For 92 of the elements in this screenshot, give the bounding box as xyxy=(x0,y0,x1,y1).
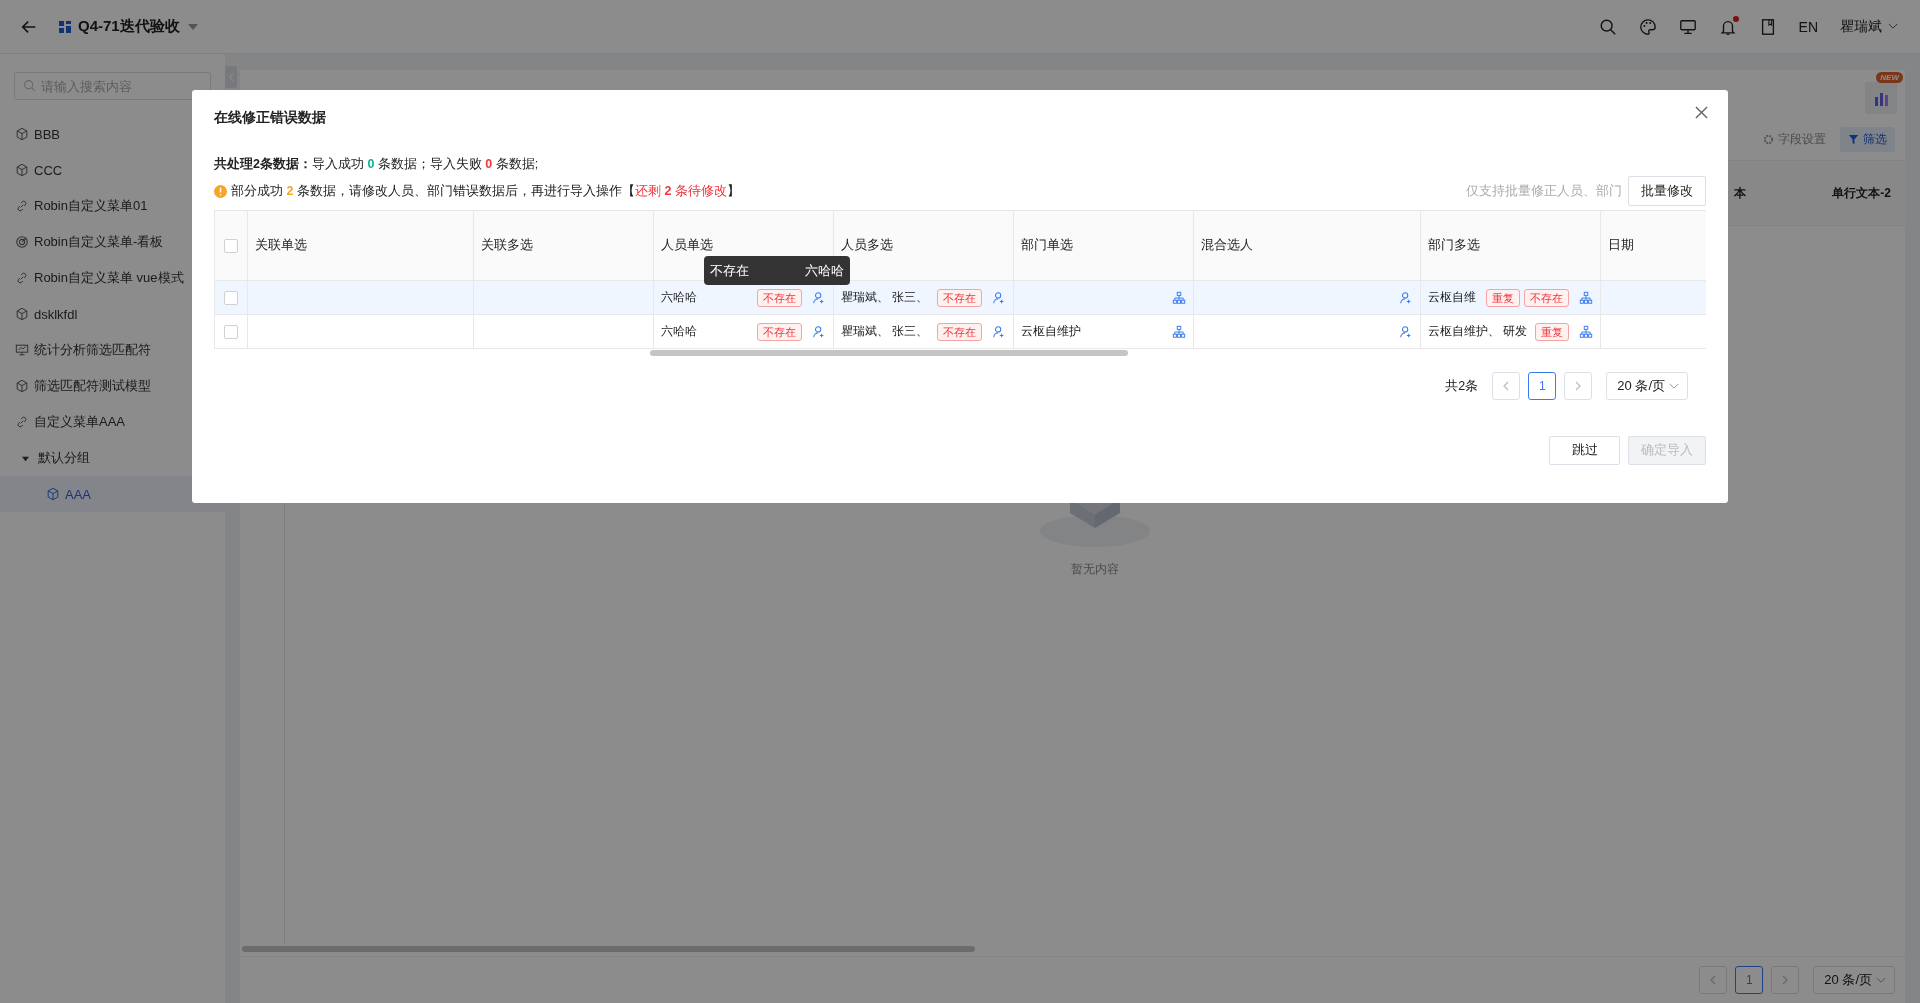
column-header: 关联单选 xyxy=(247,210,474,281)
chevron-left-icon xyxy=(1710,975,1717,985)
chevron-right-icon xyxy=(1575,381,1582,391)
sidebar-item[interactable]: 自定义菜单AAA xyxy=(0,404,225,440)
tooltip: 不存在 六哈哈 xyxy=(704,256,850,285)
filter-icon xyxy=(1848,133,1859,145)
table-cell: 瞿瑞斌、 张三、 xyxy=(841,289,929,306)
sidebar-item[interactable]: Robin自定义菜单-看板 xyxy=(0,224,225,260)
table-cell: 六哈哈 xyxy=(661,323,697,340)
column-header: 部门单选 xyxy=(1013,210,1194,281)
error-tag: 不存在 xyxy=(1524,288,1569,307)
close-icon[interactable] xyxy=(1695,105,1708,119)
gear-icon xyxy=(1763,133,1774,145)
link-icon xyxy=(15,199,29,213)
monitor-icon[interactable] xyxy=(1678,17,1697,36)
add-person-icon[interactable] xyxy=(992,290,1006,305)
sidebar-item[interactable]: 筛选匹配符测试模型 xyxy=(0,368,225,404)
cube-icon xyxy=(46,487,60,501)
column-header: 单行文本-2 xyxy=(1831,184,1892,202)
chevron-left-icon xyxy=(1503,381,1510,391)
chevron-right-icon xyxy=(1782,975,1789,985)
new-badge: NEW xyxy=(1876,72,1903,83)
page-number[interactable]: 1 xyxy=(1528,372,1557,400)
search-icon[interactable] xyxy=(1598,17,1617,36)
dialog-button[interactable]: 跳过 xyxy=(1549,436,1620,465)
bar-chart-icon[interactable] xyxy=(1865,82,1897,114)
error-tag: 不存在 xyxy=(937,322,982,341)
caret-icon[interactable] xyxy=(187,23,198,30)
column-header: 本 xyxy=(1734,184,1748,202)
page-number[interactable]: 1 xyxy=(1735,966,1764,994)
batch-hint: 仅支持批量修正人员、部门 xyxy=(1466,182,1622,200)
chevron-down-icon xyxy=(1669,382,1679,390)
cube-icon xyxy=(15,163,29,177)
error-tag: 重复 xyxy=(1486,288,1520,307)
table-cell: 云枢自维护 xyxy=(1021,323,1081,340)
search-icon xyxy=(23,79,36,92)
error-tag: 不存在 xyxy=(937,288,982,307)
language-link[interactable]: EN xyxy=(1798,18,1818,35)
error-tag: 不存在 xyxy=(757,288,802,307)
add-person-icon[interactable] xyxy=(812,290,826,305)
link-icon xyxy=(15,271,29,285)
cube-icon xyxy=(15,307,29,321)
org-chart-icon[interactable] xyxy=(1172,324,1186,339)
batch-edit-button[interactable]: 批量修改 xyxy=(1628,176,1706,206)
column-header: 混合选人 xyxy=(1193,210,1421,281)
app-title[interactable]: Q4-71迭代验收 xyxy=(78,17,180,36)
table-cell: 云枢自维 xyxy=(1428,289,1476,306)
cube-icon xyxy=(15,127,29,141)
group-toggle[interactable]: 默认分组 xyxy=(0,440,225,476)
sidebar-item[interactable]: dsklkfdl xyxy=(0,296,225,332)
org-chart-icon[interactable] xyxy=(1172,290,1186,305)
link-icon xyxy=(15,415,29,429)
empty-message: 暂无内容 xyxy=(1071,561,1119,578)
add-person-icon[interactable] xyxy=(1399,324,1413,339)
table-cell: 六哈哈 xyxy=(661,289,697,306)
user-name[interactable]: 瞿瑞斌 xyxy=(1840,17,1882,36)
import-summary: 共处理2条数据：导入成功 0 条数据；导入失败 0 条数据; xyxy=(214,156,540,173)
column-header: 日期 xyxy=(1600,210,1706,281)
sidebar-item[interactable]: Robin自定义菜单 vue模式 xyxy=(0,260,225,296)
org-chart-icon[interactable] xyxy=(1579,324,1594,339)
add-person-icon[interactable] xyxy=(1399,290,1413,305)
sidebar-item[interactable]: Robin自定义菜单01 xyxy=(0,188,225,224)
filter-button[interactable]: 筛选 xyxy=(1840,126,1895,152)
page-size-select[interactable]: 20 条/页 xyxy=(1813,966,1895,994)
expanded-caret-icon xyxy=(22,454,29,462)
gauge-icon xyxy=(15,235,29,249)
row-checkbox[interactable] xyxy=(224,290,238,305)
org-chart-icon[interactable] xyxy=(1579,290,1593,305)
row-checkbox[interactable] xyxy=(224,324,238,339)
cube-icon xyxy=(15,379,29,393)
horizontal-scrollbar[interactable] xyxy=(650,350,1128,356)
monitor-icon xyxy=(15,343,29,357)
column-header: 关联多选 xyxy=(473,210,654,281)
dialog-title: 在线修正错误数据 xyxy=(214,109,327,127)
warning-message: 部分成功 2 条数据，请修改人员、部门错误数据后，再进行导入操作【还剩 2 条待修改】 xyxy=(231,182,740,200)
sidebar-item[interactable]: 统计分析筛选匹配符 xyxy=(0,332,225,368)
add-person-icon[interactable] xyxy=(812,324,826,339)
chevron-down-icon xyxy=(1876,976,1886,984)
app-grid-icon xyxy=(58,19,72,34)
palette-icon[interactable] xyxy=(1638,17,1657,36)
error-tag: 不存在 xyxy=(757,322,802,341)
total-count: 共2条 xyxy=(1445,377,1479,395)
chevron-down-icon[interactable] xyxy=(1888,23,1898,30)
table-cell: 云枢自维护、 研发 xyxy=(1428,323,1528,340)
error-tag: 重复 xyxy=(1535,322,1570,341)
page-size-select[interactable]: 20 条/页 xyxy=(1606,372,1688,400)
add-person-icon[interactable] xyxy=(992,324,1006,339)
column-header: 部门多选 xyxy=(1420,210,1601,281)
table-cell: 瞿瑞斌、 张三、 xyxy=(841,323,929,340)
horizontal-scrollbar[interactable] xyxy=(242,946,975,952)
select-all-checkbox[interactable] xyxy=(224,238,238,253)
warning-icon xyxy=(214,184,227,198)
